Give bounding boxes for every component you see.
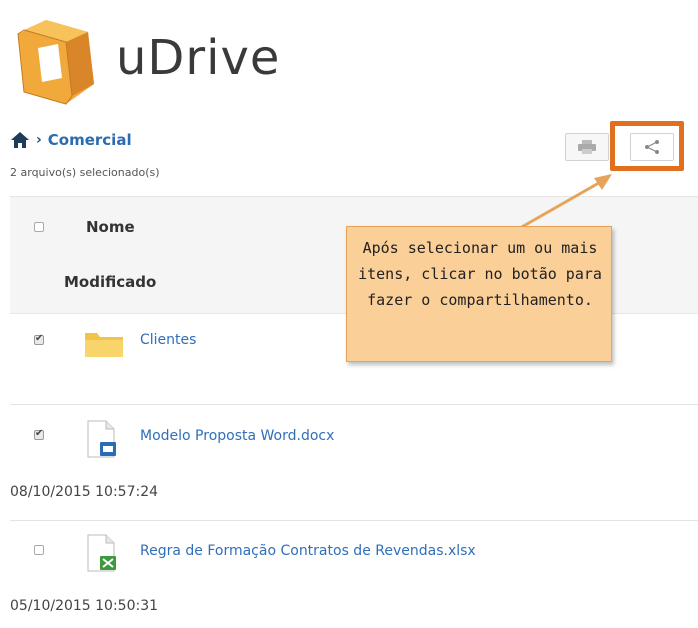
breadcrumb-current[interactable]: Comercial xyxy=(48,131,132,149)
file-name-link[interactable]: Modelo Proposta Word.docx xyxy=(140,428,334,444)
modified-date: 05/10/2015 10:50:31 xyxy=(10,598,159,614)
app-brand: uDrive xyxy=(116,30,281,86)
row-checkbox[interactable] xyxy=(34,428,44,440)
select-all-checkbox[interactable] xyxy=(34,222,44,232)
breadcrumb: › Comercial xyxy=(10,131,132,149)
chevron-right-icon: › xyxy=(36,132,42,148)
selection-status: 2 arquivo(s) selecionado(s) xyxy=(10,166,160,179)
modified-date: 08/10/2015 10:57:24 xyxy=(10,484,159,500)
home-icon[interactable] xyxy=(10,131,30,149)
print-icon xyxy=(578,140,596,154)
file-name-link[interactable]: Regra de Formação Contratos de Revendas.… xyxy=(140,543,476,559)
instruction-callout: Após selecionar um ou mais itens, clicar… xyxy=(346,226,612,362)
more-options-icon[interactable]: ⋮ xyxy=(690,134,698,152)
row-checkbox[interactable] xyxy=(34,333,44,345)
print-button[interactable] xyxy=(565,133,609,161)
excel-file-icon xyxy=(87,534,116,572)
row-divider xyxy=(10,404,698,405)
column-header-modified[interactable]: Modificado xyxy=(64,273,156,291)
row-divider xyxy=(10,520,698,521)
udrive-logo xyxy=(17,20,94,105)
file-name-link[interactable]: Clientes xyxy=(140,332,196,348)
folder-icon xyxy=(85,333,123,357)
column-header-name[interactable]: Nome xyxy=(86,218,135,236)
row-checkbox[interactable] xyxy=(34,545,44,555)
share-button-highlight xyxy=(610,121,684,171)
word-file-icon xyxy=(87,420,116,458)
callout-text: Após selecionar um ou mais itens, clicar… xyxy=(358,239,602,309)
